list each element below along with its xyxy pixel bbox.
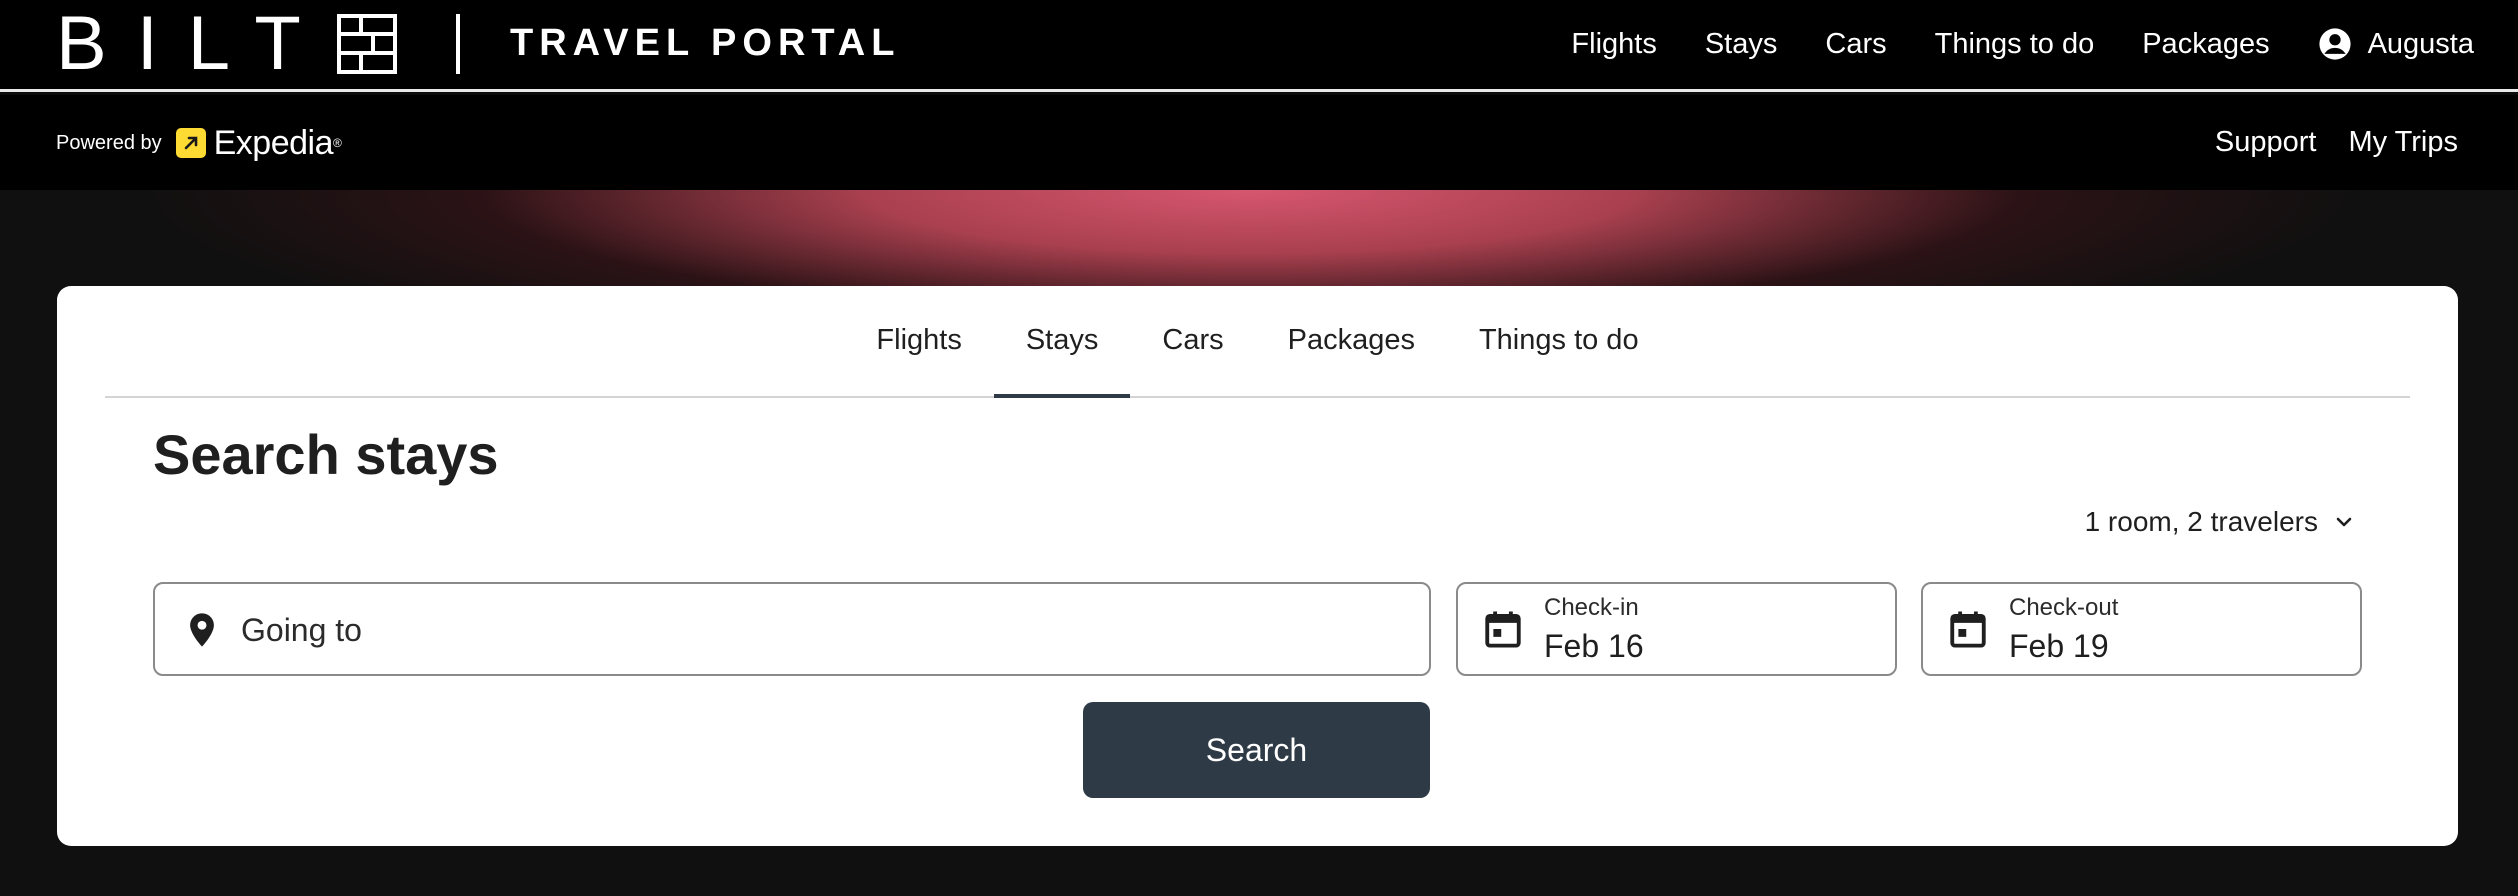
chevron-down-icon	[2336, 517, 2352, 527]
top-nav-stays[interactable]: Stays	[1705, 28, 1778, 61]
bilt-building-icon	[336, 14, 397, 74]
check-in-label: Check-in	[1544, 594, 1639, 621]
sub-nav: Support My Trips	[2183, 95, 2458, 190]
top-nav-cars[interactable]: Cars	[1825, 28, 1886, 61]
my-trips-link[interactable]: My Trips	[2348, 126, 2458, 159]
bilt-logo[interactable]: BILT	[56, 1, 397, 86]
support-link[interactable]: Support	[2215, 126, 2317, 159]
search-tabs: Flights Stays Cars Packages Things to do	[105, 286, 2410, 398]
expedia-wordmark: Expedia	[213, 123, 334, 162]
account-name: Augusta	[2367, 27, 2474, 60]
expedia-logo-icon	[175, 128, 206, 158]
sub-header: Powered by Expedia ® Support My Trips	[0, 95, 2518, 190]
check-in-value: Feb 16	[1544, 628, 1644, 664]
account-menu[interactable]: Augusta	[2318, 27, 2474, 61]
tab-packages[interactable]: Packages	[1256, 284, 1447, 396]
portal-title: TRAVEL PORTAL	[510, 22, 901, 64]
check-out-value: Feb 19	[2009, 628, 2109, 664]
calendar-icon	[1950, 611, 1986, 648]
search-card: Flights Stays Cars Packages Things to do…	[57, 286, 2458, 846]
powered-by-label: Powered by	[56, 131, 162, 154]
search-button[interactable]: Search	[1083, 702, 1430, 798]
top-header: BILT TRAVEL PORTAL Flights Stays Cars Th…	[0, 0, 2518, 92]
tab-flights[interactable]: Flights	[844, 284, 993, 396]
tab-stays[interactable]: Stays	[993, 284, 1131, 398]
check-out-label: Check-out	[2009, 594, 2119, 621]
location-pin-icon	[190, 613, 214, 647]
check-out-field[interactable]: Check-out Feb 19	[1921, 582, 2362, 676]
top-nav-things-to-do[interactable]: Things to do	[1935, 28, 2095, 61]
expedia-trademark: ®	[333, 136, 342, 150]
account-circle-icon	[2318, 28, 2351, 60]
top-nav-packages[interactable]: Packages	[2142, 28, 2269, 61]
top-nav-flights[interactable]: Flights	[1571, 28, 1656, 61]
powered-by: Powered by Expedia ®	[56, 123, 342, 162]
logo-divider	[456, 14, 460, 74]
check-in-field[interactable]: Check-in Feb 16	[1456, 582, 1897, 676]
travelers-selector[interactable]: 1 room, 2 travelers	[2085, 502, 2356, 542]
destination-field[interactable]	[153, 582, 1431, 676]
logo-wordmark: BILT	[56, 1, 331, 86]
page-title: Search stays	[153, 423, 499, 486]
top-nav: Flights Stays Cars Things to do Packages…	[1523, 0, 2474, 88]
travelers-label: 1 room, 2 travelers	[2084, 506, 2318, 537]
tab-cars[interactable]: Cars	[1130, 284, 1255, 396]
calendar-icon	[1485, 611, 1521, 648]
destination-input[interactable]	[241, 604, 1401, 656]
tab-things-to-do[interactable]: Things to do	[1447, 284, 1671, 396]
